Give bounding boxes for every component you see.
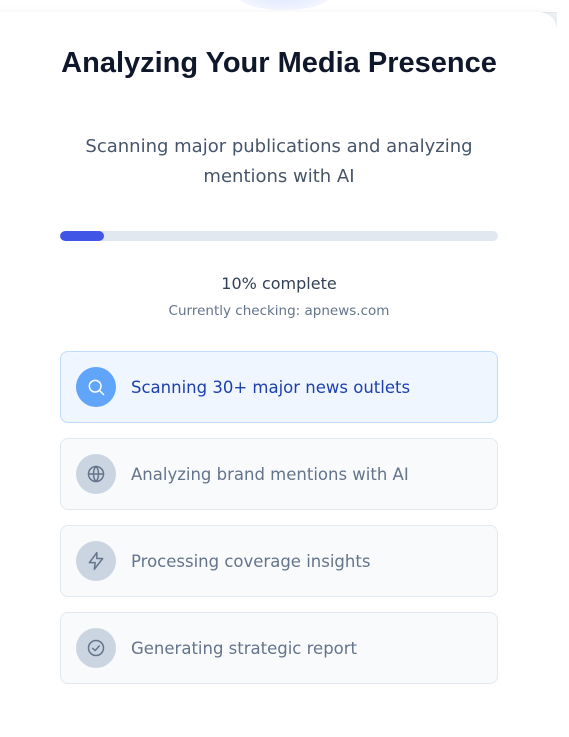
page-title: Analyzing Your Media Presence: [61, 47, 497, 79]
window-edge: [557, 12, 569, 737]
step-label: Processing coverage insights: [131, 551, 371, 571]
check-circle-icon: [76, 628, 116, 668]
progress-status-text: Currently checking: apnews.com: [168, 303, 390, 319]
step-label: Generating strategic report: [131, 638, 358, 658]
step-analyzing-mentions: Analyzing brand mentions with AI: [60, 438, 498, 510]
lightning-icon: [76, 541, 116, 581]
progress-bar-fill: [60, 231, 104, 241]
step-label: Analyzing brand mentions with AI: [131, 464, 409, 484]
top-glow-decoration: [238, 0, 330, 10]
steps-list: Scanning 30+ major news outlets Analyzin…: [60, 351, 498, 699]
step-generating-report: Generating strategic report: [60, 612, 498, 684]
progress-bar: [60, 231, 498, 241]
step-label: Scanning 30+ major news outlets: [131, 377, 411, 397]
globe-icon: [76, 454, 116, 494]
step-scanning-outlets: Scanning 30+ major news outlets: [60, 351, 498, 423]
progress-percent-label: 10% complete: [221, 274, 337, 293]
page: Analyzing Your Media Presence Scanning m…: [0, 0, 569, 737]
step-processing-insights: Processing coverage insights: [60, 525, 498, 597]
page-subtitle: Scanning major publications and analyzin…: [85, 136, 473, 187]
search-icon: [76, 367, 116, 407]
